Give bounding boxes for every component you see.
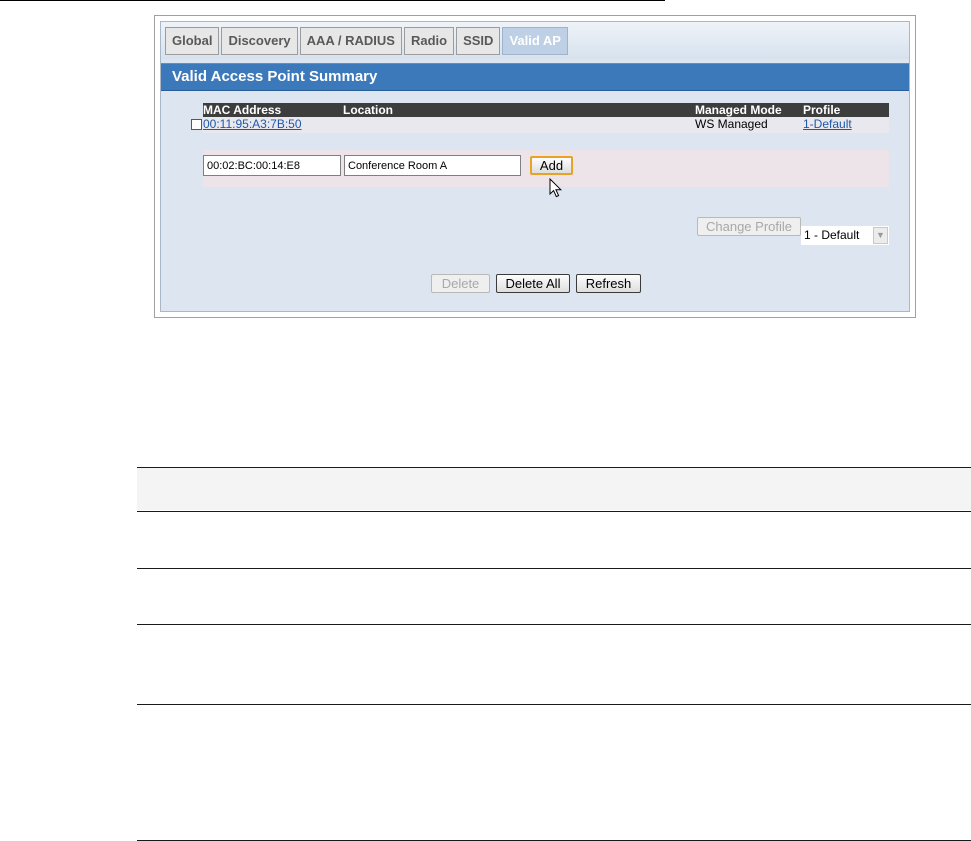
delete-button[interactable]: Delete <box>431 274 490 293</box>
page-title: Valid Access Point Summary <box>161 63 909 91</box>
doc-table-rule <box>137 624 971 625</box>
ap-mac-link[interactable]: 00:11:95:A3:7B:50 <box>203 117 302 132</box>
column-header-managed-mode: Managed Mode <box>695 103 782 117</box>
table-header: MAC Address Location Managed Mode Profil… <box>203 103 889 117</box>
doc-table-rule <box>137 704 971 705</box>
new-location-input[interactable] <box>344 155 521 176</box>
profile-select[interactable]: 1 - Default ▼ <box>801 226 889 245</box>
tab-valid-ap[interactable]: Valid AP <box>502 27 568 55</box>
doc-table-rule <box>137 467 971 468</box>
delete-all-button[interactable]: Delete All <box>496 274 570 293</box>
mouse-pointer-icon <box>549 177 563 198</box>
column-header-mac: MAC Address <box>203 103 282 117</box>
add-button[interactable]: Add <box>530 156 573 175</box>
tab-bar: Global Discovery AAA / RADIUS Radio SSID… <box>161 22 909 59</box>
top-rule <box>0 0 665 1</box>
tab-radio[interactable]: Radio <box>403 27 455 55</box>
column-header-location: Location <box>343 103 393 117</box>
refresh-button[interactable]: Refresh <box>576 274 641 293</box>
tab-global[interactable]: Global <box>165 27 220 55</box>
doc-table-rule <box>137 568 971 569</box>
app-screenshot: Global Discovery AAA / RADIUS Radio SSID… <box>154 15 916 318</box>
ap-managed-mode: WS Managed <box>695 117 768 131</box>
column-header-profile: Profile <box>803 103 841 117</box>
app-window: Global Discovery AAA / RADIUS Radio SSID… <box>160 21 910 312</box>
table-row: 00:11:95:A3:7B:50 WS Managed 1-Default <box>203 117 889 133</box>
doc-table-header-band <box>137 468 971 510</box>
tab-list: Global Discovery AAA / RADIUS Radio SSID… <box>165 27 570 55</box>
chevron-down-icon[interactable]: ▼ <box>873 227 888 244</box>
change-profile-button[interactable]: Change Profile <box>697 217 801 236</box>
doc-table-rule <box>137 511 971 512</box>
row-select-checkbox[interactable] <box>191 119 202 130</box>
content-area: MAC Address Location Managed Mode Profil… <box>161 91 909 311</box>
tab-aaa-radius[interactable]: AAA / RADIUS <box>299 27 402 55</box>
tab-discovery[interactable]: Discovery <box>221 27 298 55</box>
new-mac-input[interactable] <box>203 155 341 176</box>
add-ap-panel: Add <box>203 150 889 187</box>
tab-ssid[interactable]: SSID <box>456 27 501 55</box>
ap-profile-link[interactable]: 1-Default <box>803 117 852 132</box>
profile-select-value: 1 - Default <box>804 228 860 242</box>
